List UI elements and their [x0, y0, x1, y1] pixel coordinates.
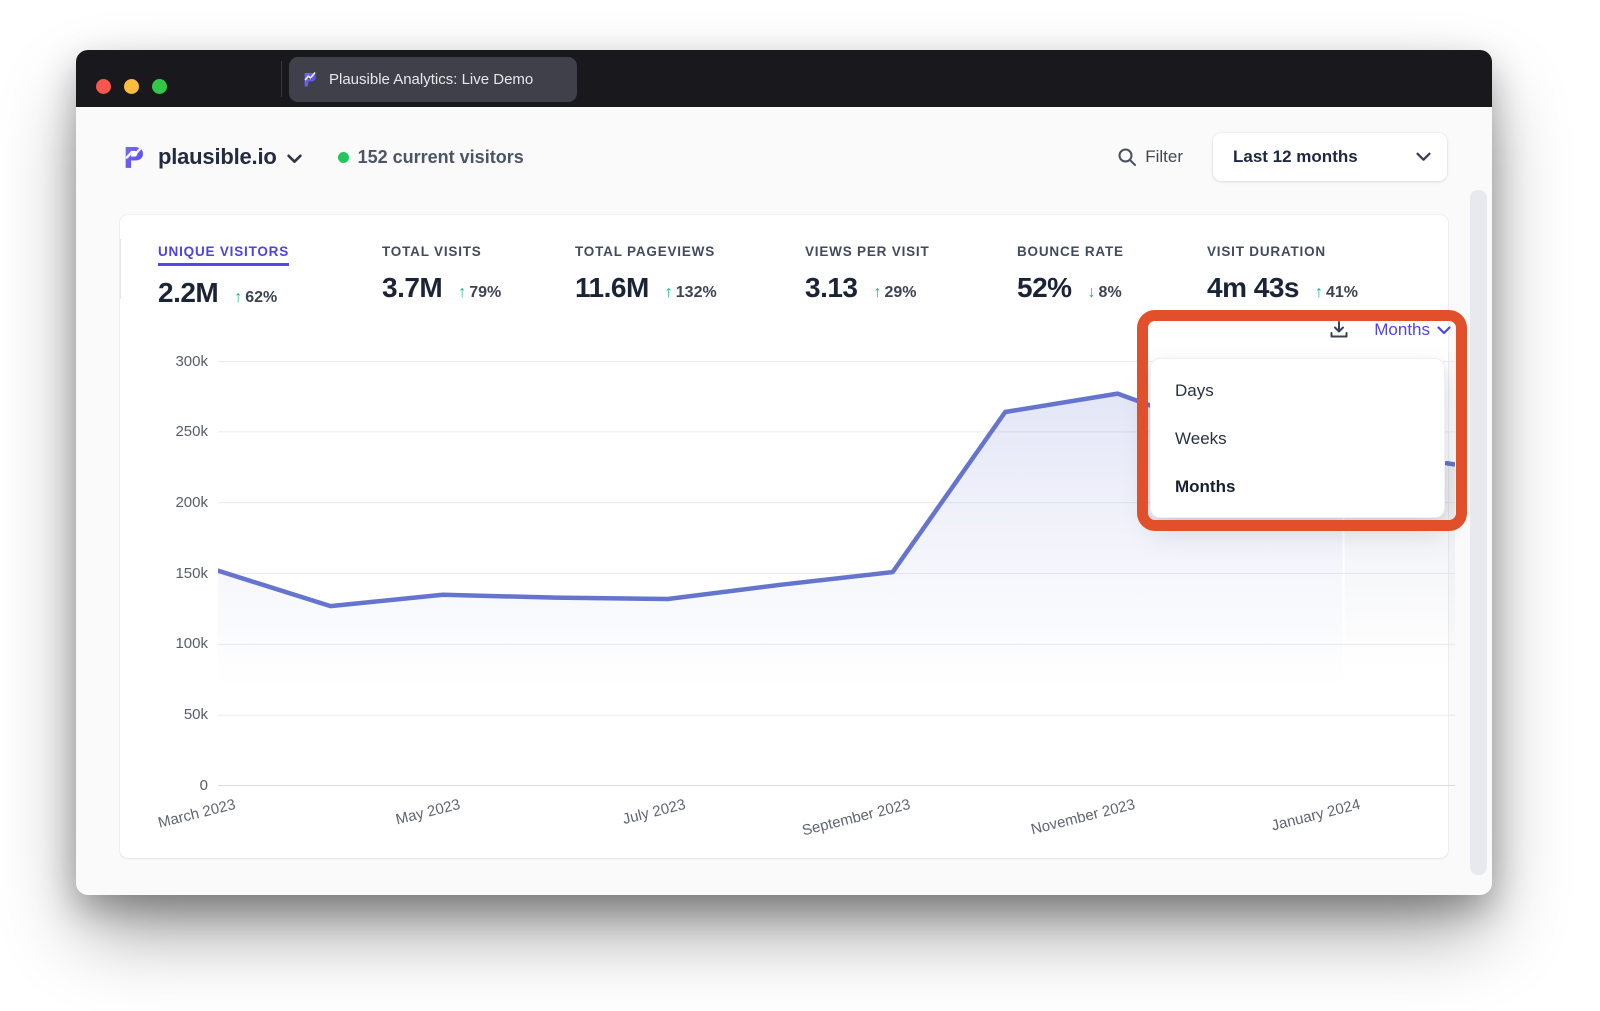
change-down-icon: ↓ — [1088, 284, 1096, 301]
x-tick-label: September 2023 — [800, 796, 912, 839]
scrollbar-thumb[interactable] — [1470, 190, 1487, 875]
plausible-logo-icon: P — [303, 70, 319, 89]
download-icon — [1328, 319, 1350, 341]
chevron-down-icon — [287, 154, 302, 164]
date-range-select[interactable]: Last 12 months — [1213, 133, 1447, 181]
export-button[interactable] — [1328, 319, 1350, 341]
chevron-down-icon — [1437, 326, 1451, 335]
site-name: plausible.io — [158, 144, 277, 170]
dashboard-card: UNIQUE VISITORS 2.2M ↑62% TOTAL VISITS 3… — [120, 215, 1448, 858]
stat-change: ↓8% — [1088, 284, 1122, 302]
current-visitors-label: 152 current visitors — [358, 147, 524, 168]
y-tick-label: 300k — [175, 352, 208, 372]
tab-title: Plausible Analytics: Live Demo — [329, 71, 533, 88]
x-tick-label: July 2023 — [621, 796, 687, 828]
interval-menu: DaysWeeksMonths — [1150, 358, 1445, 518]
stat-change: ↑79% — [458, 284, 501, 302]
interval-menu-item-months[interactable]: Months — [1151, 463, 1444, 511]
x-axis: March 2023May 2023July 2023September 202… — [218, 796, 1455, 841]
stat-value: 4m 43s — [1207, 272, 1299, 304]
change-up-icon: ↑ — [665, 284, 673, 301]
x-tick-label: January 2024 — [1269, 796, 1361, 834]
change-up-icon: ↑ — [458, 284, 466, 301]
plausible-logo-icon: P — [123, 143, 148, 172]
titlebar: P Plausible Analytics: Live Demo — [76, 50, 1492, 107]
interval-value: Months — [1374, 320, 1430, 340]
close-button[interactable] — [96, 79, 111, 94]
y-tick-label: 100k — [175, 634, 208, 654]
change-up-icon: ↑ — [874, 284, 882, 301]
stat-label: TOTAL PAGEVIEWS — [575, 244, 715, 259]
y-axis: 050k100k150k200k250k300k — [120, 361, 208, 786]
zoom-button[interactable] — [152, 79, 167, 94]
interval-menu-item-days[interactable]: Days — [1151, 367, 1444, 415]
x-tick-label: November 2023 — [1029, 796, 1137, 838]
stat-value: 3.7M — [382, 272, 442, 304]
stat-divider — [120, 239, 121, 299]
x-tick-label: March 2023 — [156, 796, 237, 832]
stat-label: BOUNCE RATE — [1017, 244, 1124, 259]
stat-value: 3.13 — [805, 272, 858, 304]
y-tick-label: 200k — [175, 493, 208, 513]
site-switcher[interactable]: P plausible.io — [123, 143, 302, 172]
filter-label: Filter — [1145, 147, 1183, 167]
y-tick-label: 0 — [200, 776, 208, 796]
stat-value: 11.6M — [575, 272, 649, 304]
stat-label: VIEWS PER VISIT — [805, 244, 930, 259]
stat-total-pageviews[interactable]: TOTAL PAGEVIEWS 11.6M ↑132% — [575, 243, 717, 304]
y-tick-label: 150k — [175, 564, 208, 584]
filter-button[interactable]: Filter — [1117, 147, 1183, 167]
change-up-icon: ↑ — [1315, 284, 1323, 301]
stat-views-per-visit[interactable]: VIEWS PER VISIT 3.13 ↑29% — [805, 243, 930, 304]
search-icon — [1117, 147, 1137, 167]
stat-total-visits[interactable]: TOTAL VISITS 3.7M ↑79% — [382, 243, 501, 304]
stat-change: ↑62% — [234, 289, 277, 307]
stat-value: 52% — [1017, 272, 1072, 304]
app-window: P Plausible Analytics: Live Demo P plaus… — [76, 50, 1492, 895]
stat-change: ↑29% — [874, 284, 917, 302]
y-tick-label: 50k — [184, 705, 208, 725]
stat-label: UNIQUE VISITORS — [158, 244, 289, 266]
stat-value: 2.2M — [158, 277, 218, 309]
interval-menu-item-weeks[interactable]: Weeks — [1151, 415, 1444, 463]
tab-divider — [281, 61, 282, 97]
dashboard-header: P plausible.io 152 current visitors Filt… — [123, 133, 1447, 181]
stat-visit-duration[interactable]: VISIT DURATION 4m 43s ↑41% — [1207, 243, 1358, 304]
stat-unique-visitors[interactable]: UNIQUE VISITORS 2.2M ↑62% — [158, 243, 289, 309]
x-tick-label: May 2023 — [394, 796, 462, 828]
minimize-button[interactable] — [124, 79, 139, 94]
live-visitors[interactable]: 152 current visitors — [338, 147, 524, 168]
stat-label: VISIT DURATION — [1207, 244, 1326, 259]
change-up-icon: ↑ — [234, 289, 242, 306]
interval-dropdown-button[interactable]: Months — [1374, 320, 1451, 340]
stat-bounce-rate[interactable]: BOUNCE RATE 52% ↓8% — [1017, 243, 1124, 304]
chart-toolbar: Months — [1328, 319, 1451, 341]
stat-label: TOTAL VISITS — [382, 244, 482, 259]
stat-change: ↑41% — [1315, 284, 1358, 302]
date-range-value: Last 12 months — [1233, 147, 1416, 167]
browser-tab[interactable]: P Plausible Analytics: Live Demo — [289, 57, 577, 102]
chevron-down-icon — [1416, 152, 1431, 162]
y-tick-label: 250k — [175, 422, 208, 442]
stat-change: ↑132% — [665, 284, 717, 302]
green-dot-icon — [338, 152, 349, 163]
